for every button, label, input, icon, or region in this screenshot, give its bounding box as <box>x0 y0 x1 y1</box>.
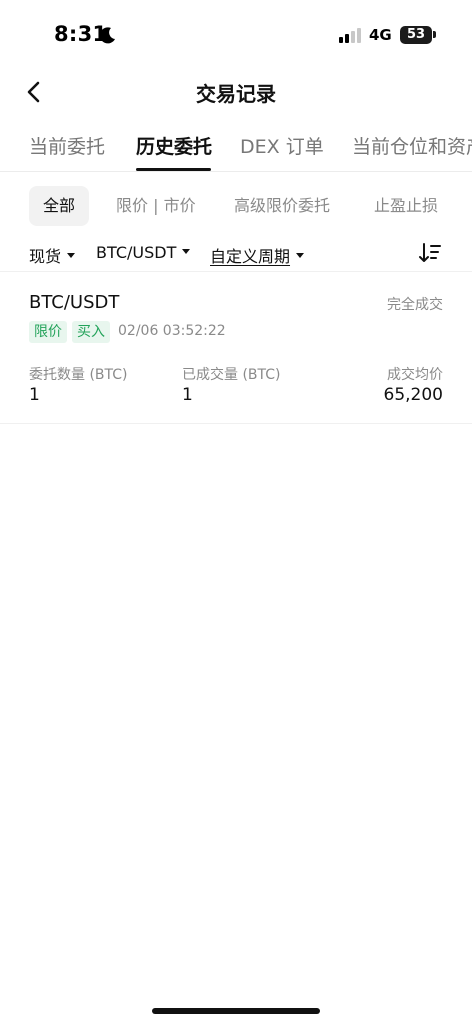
tab-positions-assets[interactable]: 当前仓位和资产 <box>352 132 472 159</box>
active-tab-indicator <box>136 168 211 171</box>
battery-cap <box>433 31 436 38</box>
filled-label: 已成交量 (BTC) <box>182 367 281 383</box>
amount-label: 委托数量 (BTC) <box>29 367 128 383</box>
pair-filter-label: BTC/USDT <box>96 243 177 262</box>
market-filter[interactable]: 现货 <box>29 243 76 267</box>
order-status: 完全成交 <box>387 297 443 313</box>
subtab-all[interactable]: 全部 <box>29 186 90 226</box>
order-time: 02/06 03:52:22 <box>118 323 226 339</box>
tab-dex-orders[interactable]: DEX 订单 <box>240 132 324 159</box>
amount-value: 1 <box>29 385 40 405</box>
market-filter-label: 现货 <box>29 247 62 266</box>
caret-down-icon <box>67 253 76 258</box>
order-side-badge: 买入 <box>72 321 110 343</box>
signal-icon <box>339 28 361 43</box>
page-title: 交易记录 <box>196 82 276 106</box>
period-filter-label: 自定义周期 <box>210 247 291 266</box>
battery-icon: 53 <box>400 26 432 44</box>
subtab-advanced-limit[interactable]: 高级限价委托 <box>234 186 330 226</box>
order-type-badge: 限价 <box>29 321 67 343</box>
order-item[interactable]: BTC/USDT 完全成交 限价 买入 02/06 03:52:22 委托数量 … <box>0 284 472 424</box>
caret-down-icon <box>296 253 305 258</box>
tab-order-history[interactable]: 历史委托 <box>136 132 212 159</box>
caret-down-icon <box>182 249 191 254</box>
home-indicator[interactable] <box>152 1008 320 1014</box>
pair-filter[interactable]: BTC/USDT <box>96 243 191 262</box>
header: 交易记录 <box>0 70 472 114</box>
main-tabs: 当前委托 历史委托 DEX 订单 当前仓位和资产 <box>0 124 472 172</box>
order-pair: BTC/USDT <box>29 292 120 313</box>
filter-bar: 现货 BTC/USDT 自定义周期 <box>0 238 472 272</box>
network-type: 4G <box>369 26 392 44</box>
filled-value: 1 <box>182 385 193 405</box>
sort-icon[interactable] <box>418 241 442 265</box>
sub-tabs: 全部 限价 | 市价 高级限价委托 止盈止损 <box>0 186 472 226</box>
status-bar: 8:31 4G 53 <box>0 0 472 70</box>
avg-price-value: 65,200 <box>383 385 443 405</box>
subtab-tp-sl[interactable]: 止盈止损 <box>374 186 438 226</box>
subtab-limit-market[interactable]: 限价 | 市价 <box>116 186 196 226</box>
period-filter[interactable]: 自定义周期 <box>210 243 305 267</box>
avg-price-label: 成交均价 <box>387 367 443 383</box>
moon-icon <box>99 27 115 44</box>
tab-current-orders[interactable]: 当前委托 <box>29 132 105 159</box>
